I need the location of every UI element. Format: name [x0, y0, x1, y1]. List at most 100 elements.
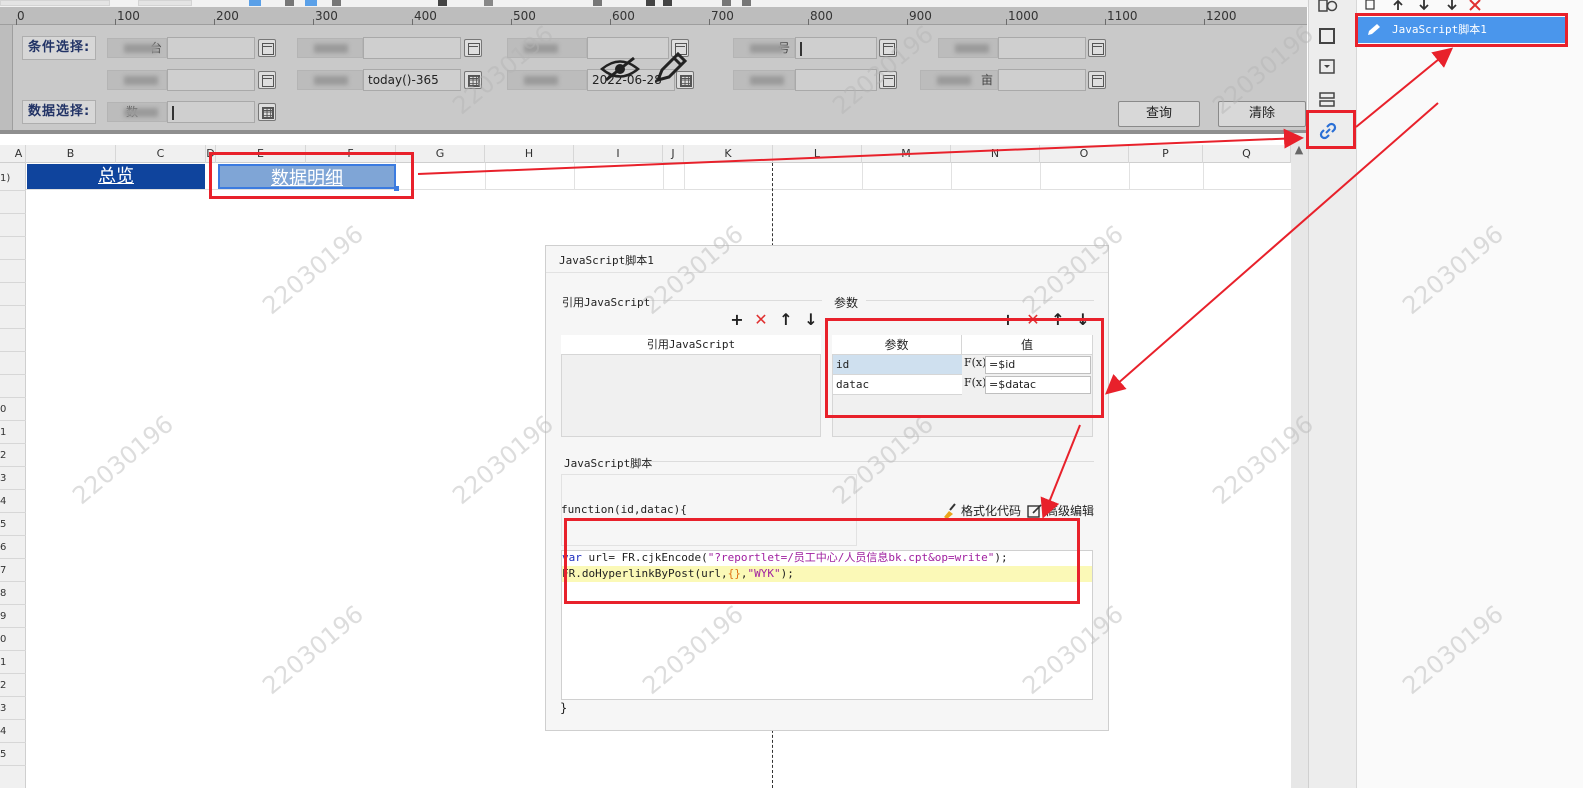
- column-label[interactable]: E: [216, 145, 306, 163]
- column-label[interactable]: D: [206, 145, 216, 163]
- hyperlink-list-item-js[interactable]: JavaScript脚本1: [1358, 17, 1566, 43]
- column-label[interactable]: H: [485, 145, 574, 163]
- format-brush-icon[interactable]: [941, 503, 957, 519]
- add-param-button[interactable]: +: [1000, 312, 1016, 328]
- merge-icon[interactable]: [593, 0, 602, 6]
- advanced-edit-button[interactable]: 高级编辑: [1046, 502, 1094, 519]
- widget-edit-icon[interactable]: [258, 71, 276, 89]
- widget-info-icon[interactable]: [1316, 0, 1338, 20]
- advanced-edit-icon[interactable]: [1027, 503, 1043, 519]
- row-label[interactable]: 3: [0, 473, 8, 484]
- underline-toggle-icon[interactable]: [305, 0, 317, 6]
- grid-icon[interactable]: [646, 0, 655, 6]
- row-label[interactable]: 5: [0, 749, 8, 760]
- font-size-select[interactable]: [138, 0, 192, 6]
- param-field-2[interactable]: [363, 37, 461, 59]
- column-label[interactable]: C: [116, 145, 206, 163]
- param-field-6[interactable]: [167, 69, 255, 91]
- data-select-field[interactable]: [167, 101, 255, 123]
- eye-hidden-icon[interactable]: [600, 56, 640, 82]
- move-up-ref-button[interactable]: ↑: [778, 312, 794, 328]
- row-label[interactable]: 4: [0, 496, 8, 507]
- param-field-5[interactable]: [998, 37, 1086, 59]
- param-field-1[interactable]: [167, 37, 255, 59]
- row-label[interactable]: 4: [0, 726, 8, 737]
- column-label[interactable]: P: [1129, 145, 1203, 163]
- formula-fx-button[interactable]: F(x): [964, 355, 986, 373]
- column-label[interactable]: A: [12, 145, 26, 163]
- hyperlink-icon[interactable]: [1317, 121, 1339, 141]
- format-code-button[interactable]: 格式化代码: [961, 502, 1021, 519]
- calendar-icon[interactable]: [258, 103, 276, 121]
- column-label[interactable]: J: [663, 145, 684, 163]
- param-field-9[interactable]: [998, 69, 1086, 91]
- pane-divider[interactable]: [0, 130, 1307, 134]
- fill-color-icon[interactable]: [438, 0, 447, 6]
- param-name-cell[interactable]: id: [833, 355, 962, 375]
- column-label[interactable]: K: [684, 145, 773, 163]
- pencil-icon[interactable]: [654, 50, 688, 86]
- row-label[interactable]: 1: [0, 657, 8, 668]
- image-icon[interactable]: [722, 0, 731, 6]
- formula-icon[interactable]: [742, 0, 751, 6]
- param-field-8[interactable]: [795, 69, 877, 91]
- widget-edit-icon[interactable]: [464, 39, 482, 57]
- bold-toggle-icon[interactable]: [249, 0, 261, 6]
- column-label[interactable]: I: [574, 145, 663, 163]
- align-icon[interactable]: [332, 0, 341, 6]
- column-label[interactable]: M: [862, 145, 951, 163]
- formula-fx-button[interactable]: F(x): [964, 375, 986, 393]
- vertical-scrollbar[interactable]: [1291, 133, 1308, 788]
- widget-edit-icon[interactable]: [1088, 71, 1106, 89]
- chart-icon[interactable]: [663, 0, 672, 6]
- column-label[interactable]: L: [773, 145, 862, 163]
- cell-data-detail[interactable]: 数据明细: [218, 164, 396, 189]
- add-ref-button[interactable]: +: [729, 312, 745, 328]
- widget-edit-icon[interactable]: [1088, 39, 1106, 57]
- row-label[interactable]: 2: [0, 680, 8, 691]
- column-label[interactable]: G: [396, 145, 485, 163]
- param-field-4[interactable]: [795, 37, 877, 59]
- start-date-field[interactable]: today()-365: [363, 69, 461, 91]
- column-label[interactable]: O: [1040, 145, 1129, 163]
- row-label[interactable]: 2: [0, 450, 8, 461]
- row-label[interactable]: 8: [0, 588, 8, 599]
- row-label[interactable]: 1: [0, 427, 8, 438]
- calendar-icon[interactable]: [464, 71, 482, 89]
- border-icon[interactable]: [484, 0, 493, 6]
- param-value-field[interactable]: =$id: [985, 356, 1091, 374]
- widget-edit-icon[interactable]: [258, 39, 276, 57]
- cell-resize-handle[interactable]: [394, 186, 399, 191]
- row-label[interactable]: 7: [0, 565, 8, 576]
- clear-button[interactable]: 清除: [1218, 101, 1306, 127]
- widget-edit-icon[interactable]: [879, 71, 897, 89]
- row-label[interactable]: 6: [0, 542, 8, 553]
- layers-icon[interactable]: [1316, 90, 1338, 110]
- dropdown-widget-icon[interactable]: [1316, 57, 1338, 77]
- param-name-cell[interactable]: datac: [833, 375, 962, 395]
- column-label[interactable]: N: [951, 145, 1040, 163]
- row-label[interactable]: 0: [0, 634, 8, 645]
- italic-icon[interactable]: [285, 0, 294, 6]
- row-label[interactable]: 0: [0, 404, 8, 415]
- delete-param-button[interactable]: ✕: [1025, 312, 1041, 328]
- param-value-field[interactable]: =$datac: [985, 376, 1091, 394]
- column-label[interactable]: Q: [1203, 145, 1291, 163]
- move-down-param-button[interactable]: ↓: [1075, 312, 1091, 328]
- row-label[interactable]: 5: [0, 519, 8, 530]
- move-down-ref-button[interactable]: ↓: [803, 312, 819, 328]
- delete-ref-button[interactable]: ✕: [753, 312, 769, 328]
- widget-edit-icon[interactable]: [879, 39, 897, 57]
- row-label[interactable]: 3: [0, 703, 8, 714]
- font-select[interactable]: [0, 0, 110, 6]
- query-button[interactable]: 查询: [1118, 101, 1200, 127]
- move-up-param-button[interactable]: ↑: [1050, 312, 1066, 328]
- column-label[interactable]: B: [26, 145, 116, 163]
- code-line-2[interactable]: FR.doHyperlinkByPost(url,{},"WYK");: [562, 566, 794, 582]
- cell-overview[interactable]: 总览: [27, 164, 205, 189]
- scroll-up-icon[interactable]: ▲: [1292, 143, 1306, 157]
- row-label[interactable]: 1): [0, 173, 14, 184]
- code-line-1[interactable]: var url= FR.cjkEncode("?reportlet=/员工中心/…: [562, 550, 1008, 566]
- frame-icon[interactable]: [1316, 26, 1338, 46]
- column-label[interactable]: F: [306, 145, 396, 163]
